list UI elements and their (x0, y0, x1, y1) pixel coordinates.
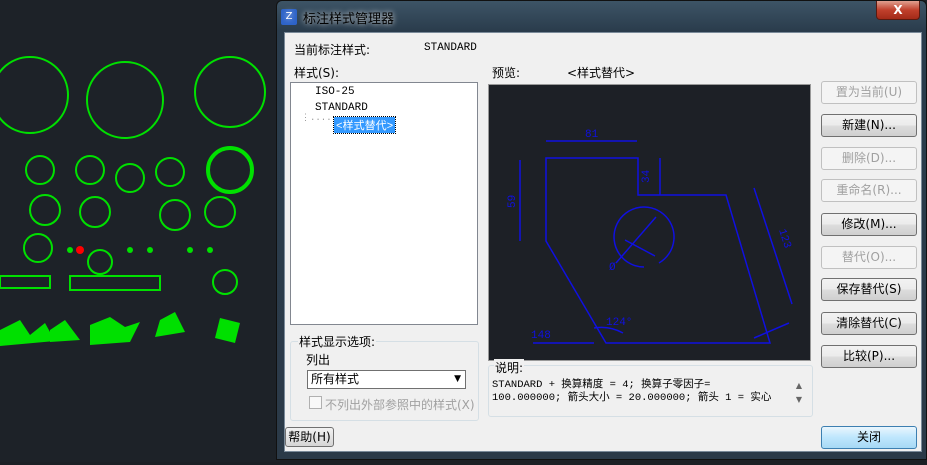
description-scrollbar[interactable]: ▲ ▼ (792, 379, 806, 407)
style-item-override[interactable]: <样式替代> (332, 116, 397, 134)
preview-panel: 81 34 59 123 148 124° Ø (488, 84, 811, 361)
dimension-style-manager-dialog: Z 标注样式管理器 X 当前标注样式: STANDARD 样式(S): 预览: … (276, 0, 927, 460)
tree-symbol (86, 61, 164, 139)
tree-symbol (194, 56, 266, 128)
dimension-preview-drawing: 81 34 59 123 148 124° Ø (507, 129, 793, 344)
new-button[interactable]: 新建(N)... (821, 114, 917, 137)
modify-button[interactable]: 修改(M)... (821, 213, 917, 236)
xref-checkbox-label: 不列出外部参照中的样式(X) (325, 398, 475, 412)
description-text: STANDARD + 换算精度 = 4; 换算子零因子= 100.000000;… (492, 379, 792, 405)
styles-list[interactable]: ISO-25 STANDARD ⋮.... <样式替代> (290, 82, 478, 325)
set-current-button[interactable]: 置为当前(U) (821, 81, 917, 104)
dim-angle: 124° (606, 317, 632, 329)
list-dropdown-value: 所有样式 (311, 372, 360, 386)
chevron-down-icon: ▼ (454, 374, 461, 384)
dim-81: 81 (585, 129, 599, 141)
current-style-value: STANDARD (424, 42, 477, 54)
plant-symbols (0, 56, 266, 346)
tree-symbol (0, 56, 69, 134)
list-label: 列出 (306, 353, 331, 367)
dim-59: 59 (507, 195, 519, 208)
dim-34: 34 (641, 169, 653, 183)
list-dropdown[interactable]: 所有样式 ▼ (307, 370, 466, 389)
description-line-1: STANDARD + 换算精度 = 4; 换算子零因子= (492, 379, 711, 391)
scroll-up-icon[interactable]: ▲ (792, 379, 806, 393)
title-bar: Z 标注样式管理器 (281, 5, 394, 29)
style-item-iso25[interactable]: ISO-25 (315, 86, 355, 98)
delete-button[interactable]: 删除(D)... (821, 147, 917, 170)
preview-style-name: <样式替代> (567, 66, 636, 80)
xref-checkbox[interactable] (309, 396, 322, 409)
rename-button[interactable]: 重命名(R)... (821, 179, 917, 202)
description-label: 说明: (494, 359, 525, 376)
cad-drawing-background (0, 0, 280, 462)
tree-line: ⋮.... (301, 113, 332, 123)
dialog-client: 当前标注样式: STANDARD 样式(S): 预览: <样式替代> ISO-2… (284, 32, 922, 452)
description-line-2: 100.000000; 箭头大小 = 20.000000; 箭头 1 = 实心 (492, 392, 772, 404)
window-close-button[interactable]: X (876, 1, 920, 20)
styles-label: 样式(S): (294, 66, 340, 80)
dim-diameter: Ø (609, 262, 616, 274)
current-style-label: 当前标注样式: (294, 43, 371, 57)
save-override-button[interactable]: 保存替代(S) (821, 278, 917, 301)
compare-button[interactable]: 比较(P)... (821, 345, 917, 368)
override-button[interactable]: 替代(O)... (821, 246, 917, 269)
clear-override-button[interactable]: 清除替代(C) (821, 312, 917, 335)
dim-148: 148 (531, 330, 551, 342)
dim-123: 123 (775, 228, 793, 251)
window-title: 标注样式管理器 (303, 11, 395, 27)
preview-label: 预览: (492, 66, 521, 80)
help-button[interactable]: 帮助(H) (285, 427, 334, 447)
app-icon: Z (281, 9, 297, 25)
close-button[interactable]: 关闭 (821, 426, 917, 449)
display-options-label: 样式显示选项: (298, 333, 377, 350)
scroll-down-icon[interactable]: ▼ (792, 393, 806, 407)
